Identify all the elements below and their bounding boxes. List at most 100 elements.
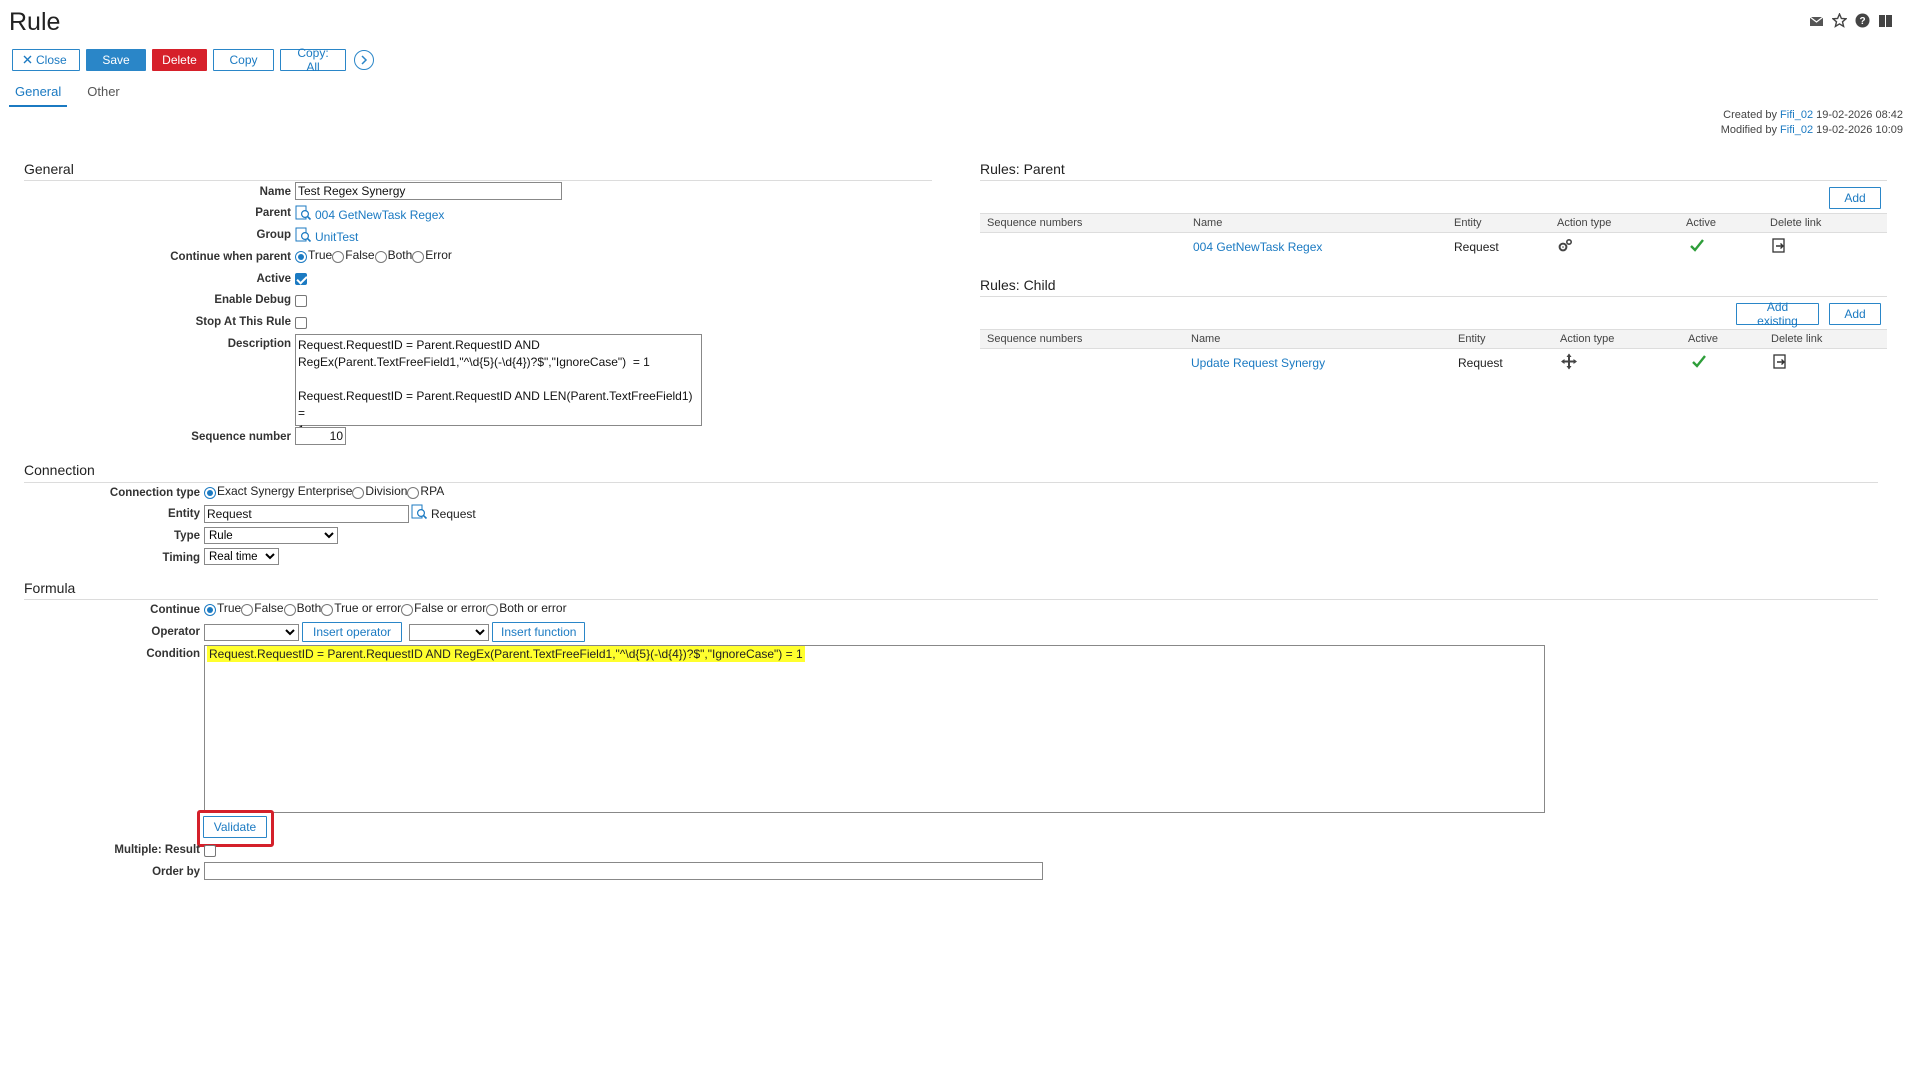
condition-label: Condition xyxy=(146,648,200,660)
condition-textarea[interactable]: Request.RequestID = Parent.RequestID AND… xyxy=(204,645,1545,813)
col-action-type[interactable]: Action type xyxy=(1560,333,1614,345)
rule-entity: Request xyxy=(1454,240,1499,254)
rules-child-add-button[interactable]: Add xyxy=(1829,303,1881,325)
col-active[interactable]: Active xyxy=(1686,217,1716,229)
radio-false[interactable]: False xyxy=(332,248,375,263)
close-button[interactable]: Close xyxy=(12,49,80,71)
entity-input[interactable] xyxy=(204,504,409,523)
star-icon[interactable] xyxy=(1831,12,1848,29)
col-sequence-numbers[interactable]: Sequence numbers xyxy=(987,333,1082,345)
rule-name-link[interactable]: 004 GetNewTask Regex xyxy=(1193,240,1322,254)
multiple-result-checkbox[interactable] xyxy=(204,845,216,857)
validate-highlight: Validate xyxy=(197,810,274,847)
connection-type-label: Connection type xyxy=(109,487,200,499)
modified-date: 19-02-2026 10:09 xyxy=(1816,124,1903,136)
enable-debug-checkbox[interactable] xyxy=(295,295,307,307)
insert-function-button[interactable]: Insert function xyxy=(492,622,586,642)
tab-bar: General Other xyxy=(9,84,140,107)
stop-at-rule-checkbox[interactable] xyxy=(295,317,307,329)
name-label: Name xyxy=(259,186,291,198)
chevron-right-icon[interactable] xyxy=(354,50,374,70)
modified-user-link[interactable]: Fifi_02 xyxy=(1780,124,1813,136)
radio-both[interactable]: Both xyxy=(374,248,412,263)
insert-operator-button[interactable]: Insert operator xyxy=(302,622,403,642)
function-select[interactable] xyxy=(409,623,490,641)
name-input[interactable] xyxy=(295,182,562,200)
radio-rpa[interactable]: RPA xyxy=(407,484,444,499)
toolbar: Close Save Delete Copy Copy: All xyxy=(12,46,374,74)
tab-other[interactable]: Other xyxy=(81,84,126,107)
save-button[interactable]: Save xyxy=(86,49,146,71)
rules-child-table: Sequence numbers Name Entity Action type… xyxy=(980,329,1887,377)
radio-false-or-error[interactable]: False or error xyxy=(401,601,486,616)
radio-true[interactable]: True xyxy=(204,601,241,616)
description-label: Description xyxy=(227,338,291,350)
type-label: Type xyxy=(174,530,200,542)
delete-link-icon[interactable] xyxy=(1773,354,1787,372)
radio-both-or-error[interactable]: Both or error xyxy=(486,601,567,616)
lookup-icon[interactable] xyxy=(411,504,428,523)
rule-name-link[interactable]: Update Request Synergy xyxy=(1191,356,1325,370)
active-checkbox[interactable] xyxy=(295,273,307,285)
operator-label: Operator xyxy=(151,626,200,638)
col-active[interactable]: Active xyxy=(1688,333,1718,345)
svg-text:?: ? xyxy=(1859,16,1865,27)
rules-parent-divider xyxy=(980,180,1887,181)
table-header: Sequence numbers Name Entity Action type… xyxy=(980,213,1887,233)
radio-true[interactable]: True xyxy=(295,248,332,263)
col-name[interactable]: Name xyxy=(1191,333,1220,345)
group-link[interactable]: UnitTest xyxy=(315,230,358,244)
rules-parent-title: Rules: Parent xyxy=(980,161,1065,177)
radio-both[interactable]: Both xyxy=(283,601,321,616)
created-prefix: Created by xyxy=(1723,109,1777,121)
stop-at-rule-label: Stop At This Rule xyxy=(195,316,291,328)
radio-false[interactable]: False xyxy=(241,601,284,616)
mail-icon[interactable] xyxy=(1808,12,1825,29)
book-icon[interactable] xyxy=(1877,12,1894,29)
rules-parent-table: Sequence numbers Name Entity Action type… xyxy=(980,213,1887,261)
rule-entity: Request xyxy=(1458,356,1503,370)
lookup-icon[interactable] xyxy=(295,205,312,224)
col-sequence-numbers[interactable]: Sequence numbers xyxy=(987,217,1082,229)
connection-divider xyxy=(24,482,1878,483)
entity-label: Entity xyxy=(168,508,200,520)
col-entity[interactable]: Entity xyxy=(1454,217,1482,229)
operator-select[interactable] xyxy=(204,623,299,641)
rules-child-title: Rules: Child xyxy=(980,277,1056,293)
copy-all-button[interactable]: Copy: All xyxy=(280,46,346,74)
parent-link[interactable]: 004 GetNewTask Regex xyxy=(315,208,444,222)
continue-when-parent-radios: True False Both Error xyxy=(295,248,452,263)
radio-error[interactable]: Error xyxy=(412,248,452,263)
table-row: 004 GetNewTask Regex Request xyxy=(980,233,1887,261)
rules-parent-add-button[interactable]: Add xyxy=(1829,187,1881,209)
tab-general[interactable]: General xyxy=(9,84,68,107)
col-action-type[interactable]: Action type xyxy=(1557,217,1611,229)
entity-link-text: Request xyxy=(431,506,476,521)
created-user-link[interactable]: Fifi_02 xyxy=(1780,109,1813,121)
col-name[interactable]: Name xyxy=(1193,217,1222,229)
timing-select[interactable]: Real time xyxy=(204,548,279,565)
col-delete-link[interactable]: Delete link xyxy=(1771,333,1822,345)
general-section-title: General xyxy=(24,161,74,177)
table-row: Update Request Synergy Request xyxy=(980,349,1887,377)
continue-label: Continue xyxy=(150,604,200,616)
rules-child-add-existing-button[interactable]: Add existing xyxy=(1736,300,1819,328)
radio-true-or-error[interactable]: True or error xyxy=(321,601,401,616)
lookup-icon[interactable] xyxy=(295,227,312,246)
validate-button[interactable]: Validate xyxy=(203,816,267,838)
type-select[interactable]: Rule xyxy=(204,527,338,544)
help-icon[interactable]: ? xyxy=(1854,12,1871,29)
sequence-number-input[interactable] xyxy=(295,427,346,445)
order-by-label: Order by xyxy=(152,866,200,878)
copy-button[interactable]: Copy xyxy=(213,49,274,71)
description-textarea[interactable]: Request.RequestID = Parent.RequestID AND… xyxy=(295,334,702,437)
col-delete-link[interactable]: Delete link xyxy=(1770,217,1821,229)
order-by-input[interactable] xyxy=(204,862,1043,880)
delete-link-icon[interactable] xyxy=(1772,238,1786,256)
radio-division[interactable]: Division xyxy=(352,484,407,499)
gears-icon xyxy=(1557,238,1574,256)
connection-section-title: Connection xyxy=(24,462,95,478)
radio-exact-synergy[interactable]: Exact Synergy Enterprise xyxy=(204,484,352,499)
delete-button[interactable]: Delete xyxy=(152,49,207,71)
col-entity[interactable]: Entity xyxy=(1458,333,1486,345)
